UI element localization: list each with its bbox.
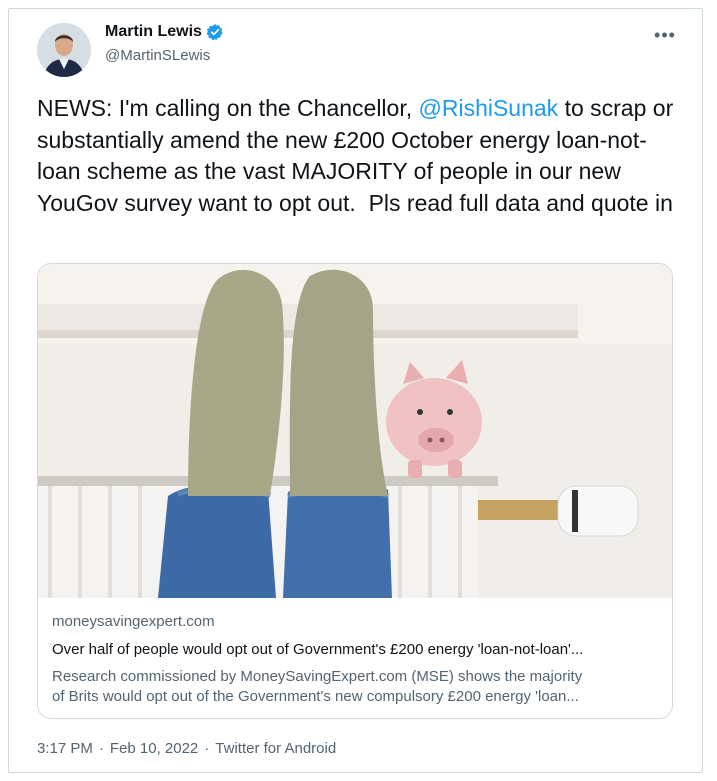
author-name-row: Martin Lewis xyxy=(105,23,224,41)
tweet-text-before: NEWS: I'm calling on the Chancellor, xyxy=(37,95,419,121)
tweet-date[interactable]: Feb 10, 2022 xyxy=(110,740,198,757)
footer-separator: · xyxy=(98,740,104,757)
more-options-icon[interactable]: ••• xyxy=(653,23,677,47)
tweet-text: NEWS: I'm calling on the Chancellor, @Ri… xyxy=(37,93,687,219)
card-domain: moneysavingexpert.com xyxy=(52,613,215,630)
card-title: Over half of people would opt out of Gov… xyxy=(52,641,584,658)
display-name[interactable]: Martin Lewis xyxy=(105,23,202,41)
card-description-line: of Brits would opt out of the Government… xyxy=(52,688,579,705)
avatar-image xyxy=(37,23,91,77)
tweet-time[interactable]: 3:17 PM xyxy=(37,740,93,757)
tweet-container: Martin Lewis @MartinSLewis ••• NEWS: I'm… xyxy=(8,8,703,773)
footer-separator: · xyxy=(204,740,210,757)
mention-link[interactable]: @RishiSunak xyxy=(419,95,559,121)
tweet-source[interactable]: Twitter for Android xyxy=(215,740,336,757)
author-handle[interactable]: @MartinSLewis xyxy=(105,47,210,64)
card-meta: moneysavingexpert.com Over half of peopl… xyxy=(52,612,658,707)
card-image xyxy=(38,264,672,598)
card-description-line: Research commissioned by MoneySavingExpe… xyxy=(52,668,583,685)
avatar[interactable] xyxy=(37,23,91,77)
link-preview-card[interactable]: moneysavingexpert.com Over half of peopl… xyxy=(37,263,673,719)
verified-badge-icon xyxy=(206,24,223,41)
tweet-footer: 3:17 PM · Feb 10, 2022 · Twitter for And… xyxy=(37,740,336,757)
card-description: Research commissioned by MoneySavingExpe… xyxy=(52,667,658,707)
